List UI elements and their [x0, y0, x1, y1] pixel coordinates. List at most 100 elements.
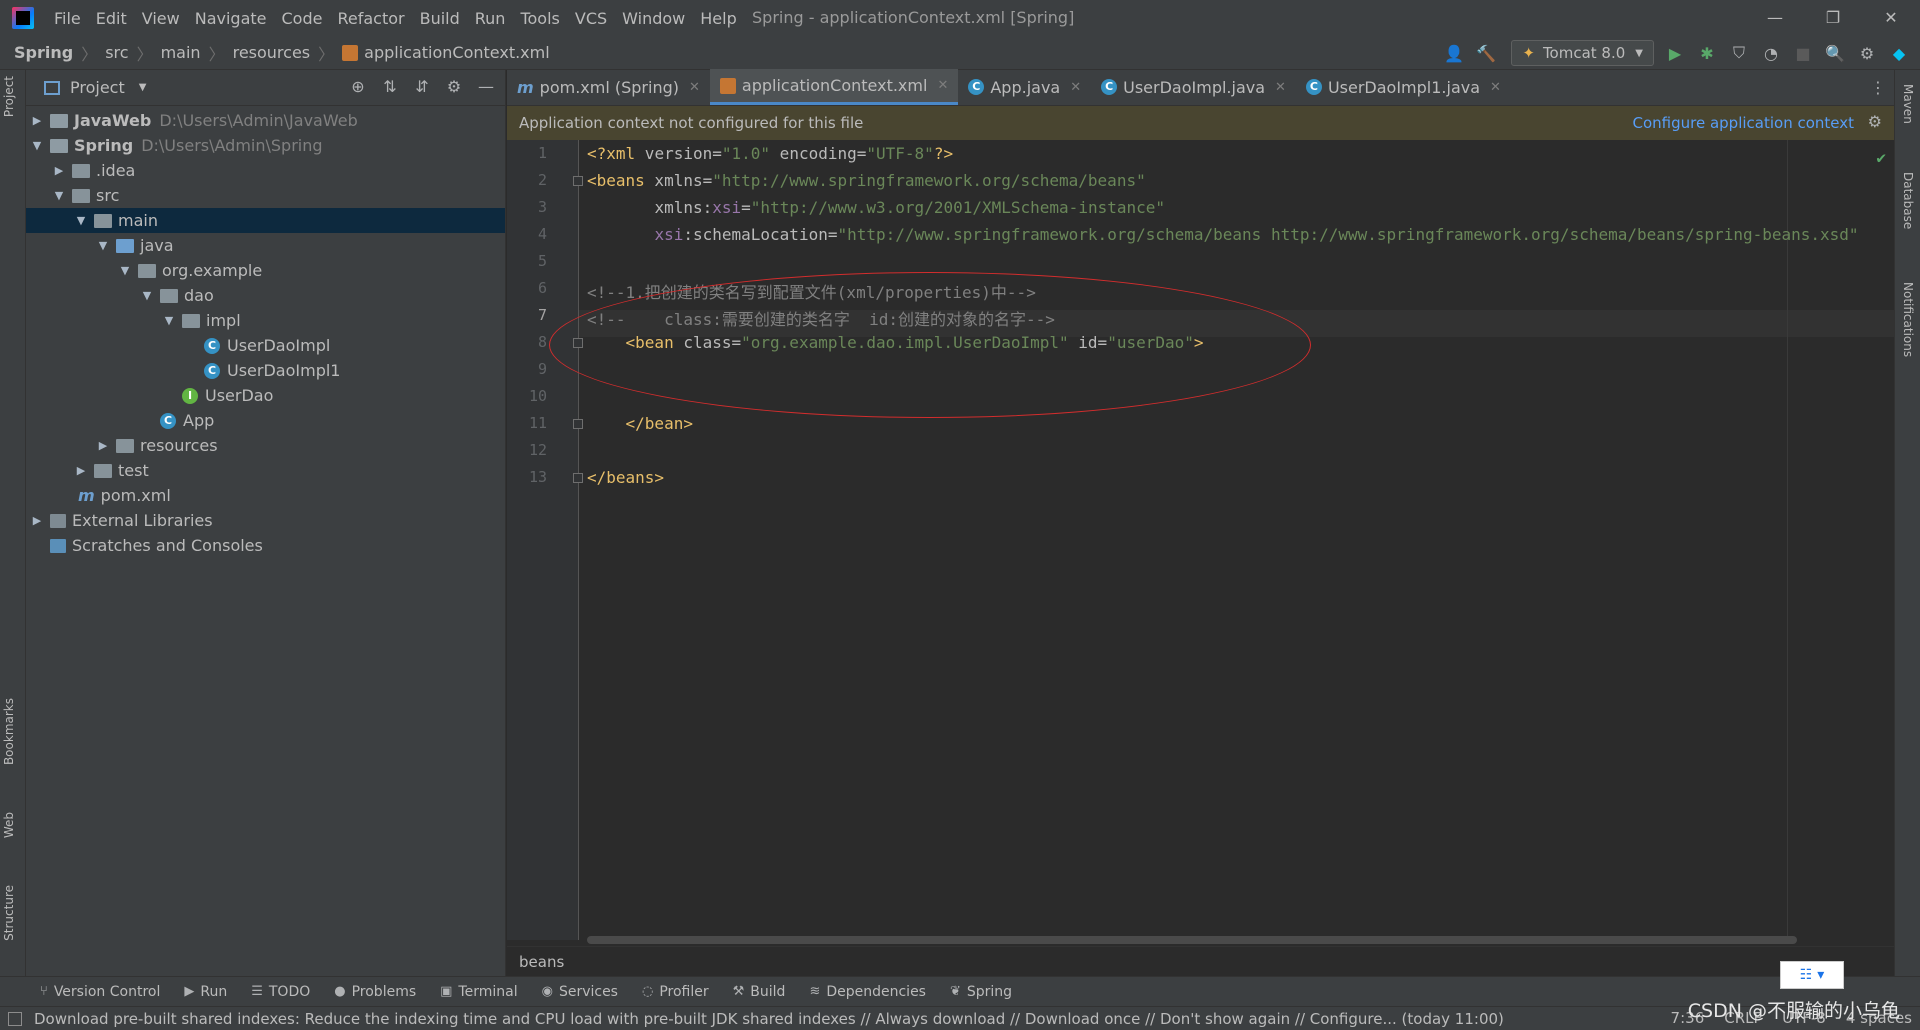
- debug-icon[interactable]: ✱: [1696, 42, 1718, 64]
- menu-help[interactable]: Help: [700, 9, 736, 28]
- tab-app-java[interactable]: C App.java ✕: [958, 69, 1091, 105]
- chevron-right-icon[interactable]: ▶: [96, 439, 110, 452]
- tree-item-app[interactable]: C App: [26, 408, 505, 433]
- build-hammer-icon[interactable]: 🔨: [1475, 42, 1497, 64]
- database-tool-tab[interactable]: Database: [1901, 172, 1915, 229]
- menu-file[interactable]: File: [54, 9, 81, 28]
- stop-icon[interactable]: ■: [1792, 42, 1814, 64]
- gear-icon[interactable]: ⚙: [1868, 112, 1882, 131]
- tool-build[interactable]: ⚒ Build: [733, 984, 786, 1000]
- status-message[interactable]: Download pre-built shared indexes: Reduc…: [34, 1010, 1504, 1028]
- code-editor[interactable]: 1 2 3 4 5 6 7 8 9 10 11 12 13 <?xml vers…: [507, 140, 1894, 940]
- configure-context-link[interactable]: Configure application context: [1632, 114, 1854, 132]
- menu-refactor[interactable]: Refactor: [337, 9, 404, 28]
- tree-item-src[interactable]: ▼ src: [26, 183, 505, 208]
- jetbrains-icon[interactable]: ◆: [1888, 42, 1910, 64]
- chevron-down-icon[interactable]: ▼: [118, 264, 132, 277]
- project-tool-tab[interactable]: Project: [2, 76, 16, 117]
- breadcrumb-file[interactable]: applicationContext.xml: [364, 43, 550, 62]
- expand-all-icon[interactable]: ⇅: [379, 76, 401, 98]
- search-icon[interactable]: 🔍: [1824, 42, 1846, 64]
- project-panel-title[interactable]: Project: [70, 78, 125, 97]
- tab-userdaoimpl1-java[interactable]: C UserDaoImpl1.java ✕: [1296, 69, 1511, 105]
- chevron-down-icon[interactable]: ▼: [139, 82, 147, 93]
- gear-icon[interactable]: ⚙: [443, 76, 465, 98]
- fold-marker-icon[interactable]: [573, 419, 583, 429]
- menu-code[interactable]: Code: [282, 9, 323, 28]
- user-icon[interactable]: 👤: [1443, 42, 1465, 64]
- more-vertical-icon[interactable]: ⋮: [1870, 78, 1886, 97]
- tab-pom-xml[interactable]: m pom.xml (Spring) ✕: [507, 69, 710, 105]
- collapse-all-icon[interactable]: ⇵: [411, 76, 433, 98]
- run-icon[interactable]: ▶: [1664, 42, 1686, 64]
- tree-item-scratches[interactable]: Scratches and Consoles: [26, 533, 505, 558]
- tool-services[interactable]: ◉ Services: [542, 984, 618, 1000]
- menu-navigate[interactable]: Navigate: [195, 9, 267, 28]
- breadcrumb-src[interactable]: src: [105, 43, 128, 62]
- fold-marker-icon[interactable]: [573, 473, 583, 483]
- hide-panel-icon[interactable]: —: [475, 76, 497, 98]
- tool-run[interactable]: ▶ Run: [184, 984, 227, 1000]
- chevron-right-icon[interactable]: ▶: [30, 514, 44, 527]
- tool-profiler[interactable]: ◌ Profiler: [642, 984, 709, 1000]
- tree-item-userdao[interactable]: I UserDao: [26, 383, 505, 408]
- run-configuration-select[interactable]: ✦ Tomcat 8.0 ▼: [1511, 40, 1654, 66]
- tree-item-impl[interactable]: ▼ impl: [26, 308, 505, 333]
- editor-breadcrumb[interactable]: beans: [507, 946, 1894, 976]
- maven-tool-tab[interactable]: Maven: [1901, 84, 1915, 124]
- tool-dependencies[interactable]: ≋ Dependencies: [809, 984, 926, 1000]
- menu-build[interactable]: Build: [420, 9, 460, 28]
- structure-tool-tab[interactable]: Structure: [2, 885, 16, 941]
- tool-problems[interactable]: ● Problems: [334, 984, 416, 1000]
- tool-todo[interactable]: ☰ TODO: [251, 984, 310, 1000]
- tool-version-control[interactable]: ⑂ Version Control: [40, 984, 160, 1000]
- tree-item-main[interactable]: ▼ main: [26, 208, 505, 233]
- tree-item-test[interactable]: ▶ test: [26, 458, 505, 483]
- input-method-indicator[interactable]: ☷ ▾: [1780, 961, 1844, 989]
- tree-item-pom[interactable]: m pom.xml: [26, 483, 505, 508]
- tab-userdaoimpl-java[interactable]: C UserDaoImpl.java ✕: [1091, 69, 1296, 105]
- minimize-button[interactable]: —: [1746, 0, 1804, 36]
- web-tool-tab[interactable]: Web: [2, 812, 16, 838]
- tree-item-spring[interactable]: ▼ Spring D:\Users\Admin\Spring: [26, 133, 505, 158]
- tree-item-dao[interactable]: ▼ dao: [26, 283, 505, 308]
- close-icon[interactable]: ✕: [1275, 80, 1286, 95]
- close-icon[interactable]: ✕: [689, 80, 700, 95]
- tree-item-resources[interactable]: ▶ resources: [26, 433, 505, 458]
- coverage-icon[interactable]: ⛉: [1728, 42, 1750, 64]
- chevron-right-icon[interactable]: ▶: [74, 464, 88, 477]
- menu-vcs[interactable]: VCS: [575, 9, 607, 28]
- notifications-tool-tab[interactable]: Notifications: [1901, 282, 1915, 357]
- chevron-down-icon[interactable]: ▼: [96, 239, 110, 252]
- breadcrumb-resources[interactable]: resources: [233, 43, 311, 62]
- fold-marker-icon[interactable]: [573, 176, 583, 186]
- restore-button[interactable]: ❐: [1804, 0, 1862, 36]
- fold-marker-icon[interactable]: [573, 338, 583, 348]
- chevron-down-icon[interactable]: ▼: [162, 314, 176, 327]
- chevron-down-icon[interactable]: ▼: [52, 189, 66, 202]
- profile-icon[interactable]: ◔: [1760, 42, 1782, 64]
- breadcrumb-main[interactable]: main: [161, 43, 201, 62]
- tool-spring[interactable]: ❦ Spring: [950, 984, 1012, 1000]
- menu-edit[interactable]: Edit: [96, 9, 127, 28]
- chevron-right-icon[interactable]: ▶: [52, 164, 66, 177]
- menu-view[interactable]: View: [142, 9, 180, 28]
- horizontal-scrollbar[interactable]: [587, 936, 1797, 944]
- chevron-down-icon[interactable]: ▼: [30, 139, 44, 152]
- tree-item-javaweb[interactable]: ▶ JavaWeb D:\Users\Admin\JavaWeb: [26, 108, 505, 133]
- close-icon[interactable]: ✕: [1070, 80, 1081, 95]
- locate-file-icon[interactable]: ⊕: [347, 76, 369, 98]
- bookmarks-tool-tab[interactable]: Bookmarks: [2, 698, 16, 765]
- chevron-down-icon[interactable]: ▼: [74, 214, 88, 227]
- menu-run[interactable]: Run: [475, 9, 506, 28]
- breadcrumb-project[interactable]: Spring: [14, 43, 73, 62]
- close-icon[interactable]: ✕: [937, 78, 948, 93]
- tree-item-idea[interactable]: ▶ .idea: [26, 158, 505, 183]
- tree-item-userdaoimpl[interactable]: C UserDaoImpl: [26, 333, 505, 358]
- chevron-right-icon[interactable]: ▶: [30, 114, 44, 127]
- close-icon[interactable]: ✕: [1490, 80, 1501, 95]
- chevron-down-icon[interactable]: ▼: [140, 289, 154, 302]
- tree-item-external-libraries[interactable]: ▶ External Libraries: [26, 508, 505, 533]
- toggle-tool-windows-icon[interactable]: [8, 1011, 22, 1026]
- tree-item-java[interactable]: ▼ java: [26, 233, 505, 258]
